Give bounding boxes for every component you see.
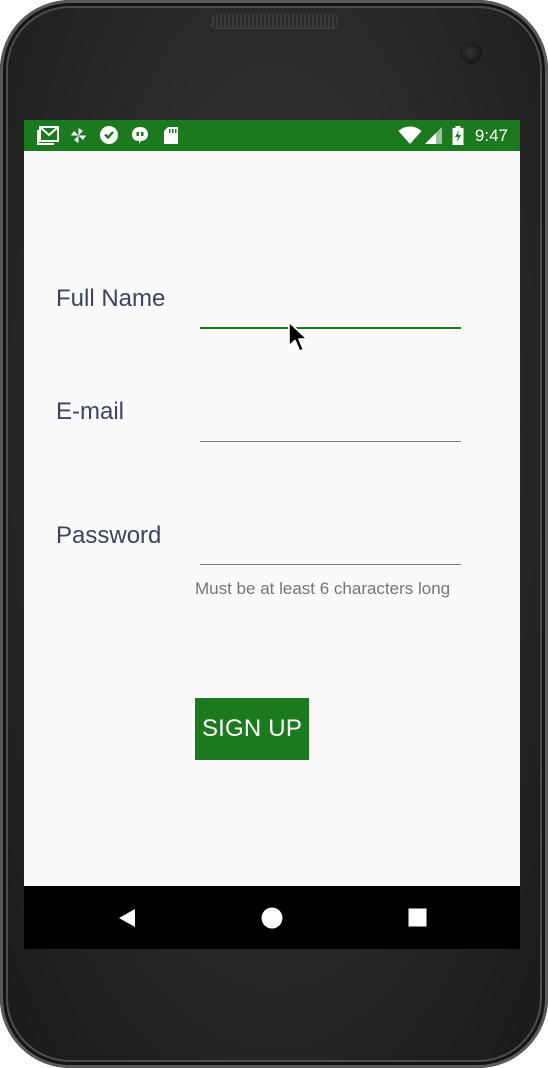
home-button[interactable]	[242, 886, 302, 949]
back-icon	[119, 908, 135, 927]
light-sensor	[78, 48, 90, 60]
recents-icon	[408, 908, 426, 927]
recents-button[interactable]	[387, 886, 447, 949]
battery-charging-icon	[452, 126, 464, 145]
wifi-icon	[398, 126, 422, 144]
pinwheel-icon	[71, 128, 86, 143]
navigation-bar	[24, 886, 520, 949]
sd-card-icon	[164, 127, 178, 144]
status-time: 9:47	[474, 126, 508, 145]
signup-form: Full Name E-mail Password Must be at lea…	[24, 151, 520, 886]
full-name-input[interactable]	[200, 297, 461, 329]
sign-up-button[interactable]: SIGN UP	[195, 698, 309, 760]
front-camera	[460, 42, 482, 64]
proximity-sensor	[60, 48, 72, 60]
chat-quote-icon	[132, 127, 148, 144]
screen: 9:47 Full Name E-mail Password Must be a…	[24, 120, 520, 949]
password-label: Password	[56, 522, 162, 549]
status-bar: 9:47	[24, 120, 520, 151]
back-button[interactable]	[97, 886, 157, 949]
password-helper-text: Must be at least 6 characters long	[195, 579, 451, 598]
phone-frame: 9:47 Full Name E-mail Password Must be a…	[0, 0, 548, 1068]
email-label: E-mail	[56, 398, 125, 425]
gmail-icon	[37, 126, 59, 145]
signal-icon	[425, 127, 442, 144]
password-input[interactable]	[200, 534, 461, 565]
email-input[interactable]	[200, 411, 461, 442]
full-name-label: Full Name	[56, 285, 166, 312]
home-icon	[261, 907, 283, 928]
earpiece-speaker	[210, 14, 338, 28]
hangouts-icon	[100, 126, 118, 144]
